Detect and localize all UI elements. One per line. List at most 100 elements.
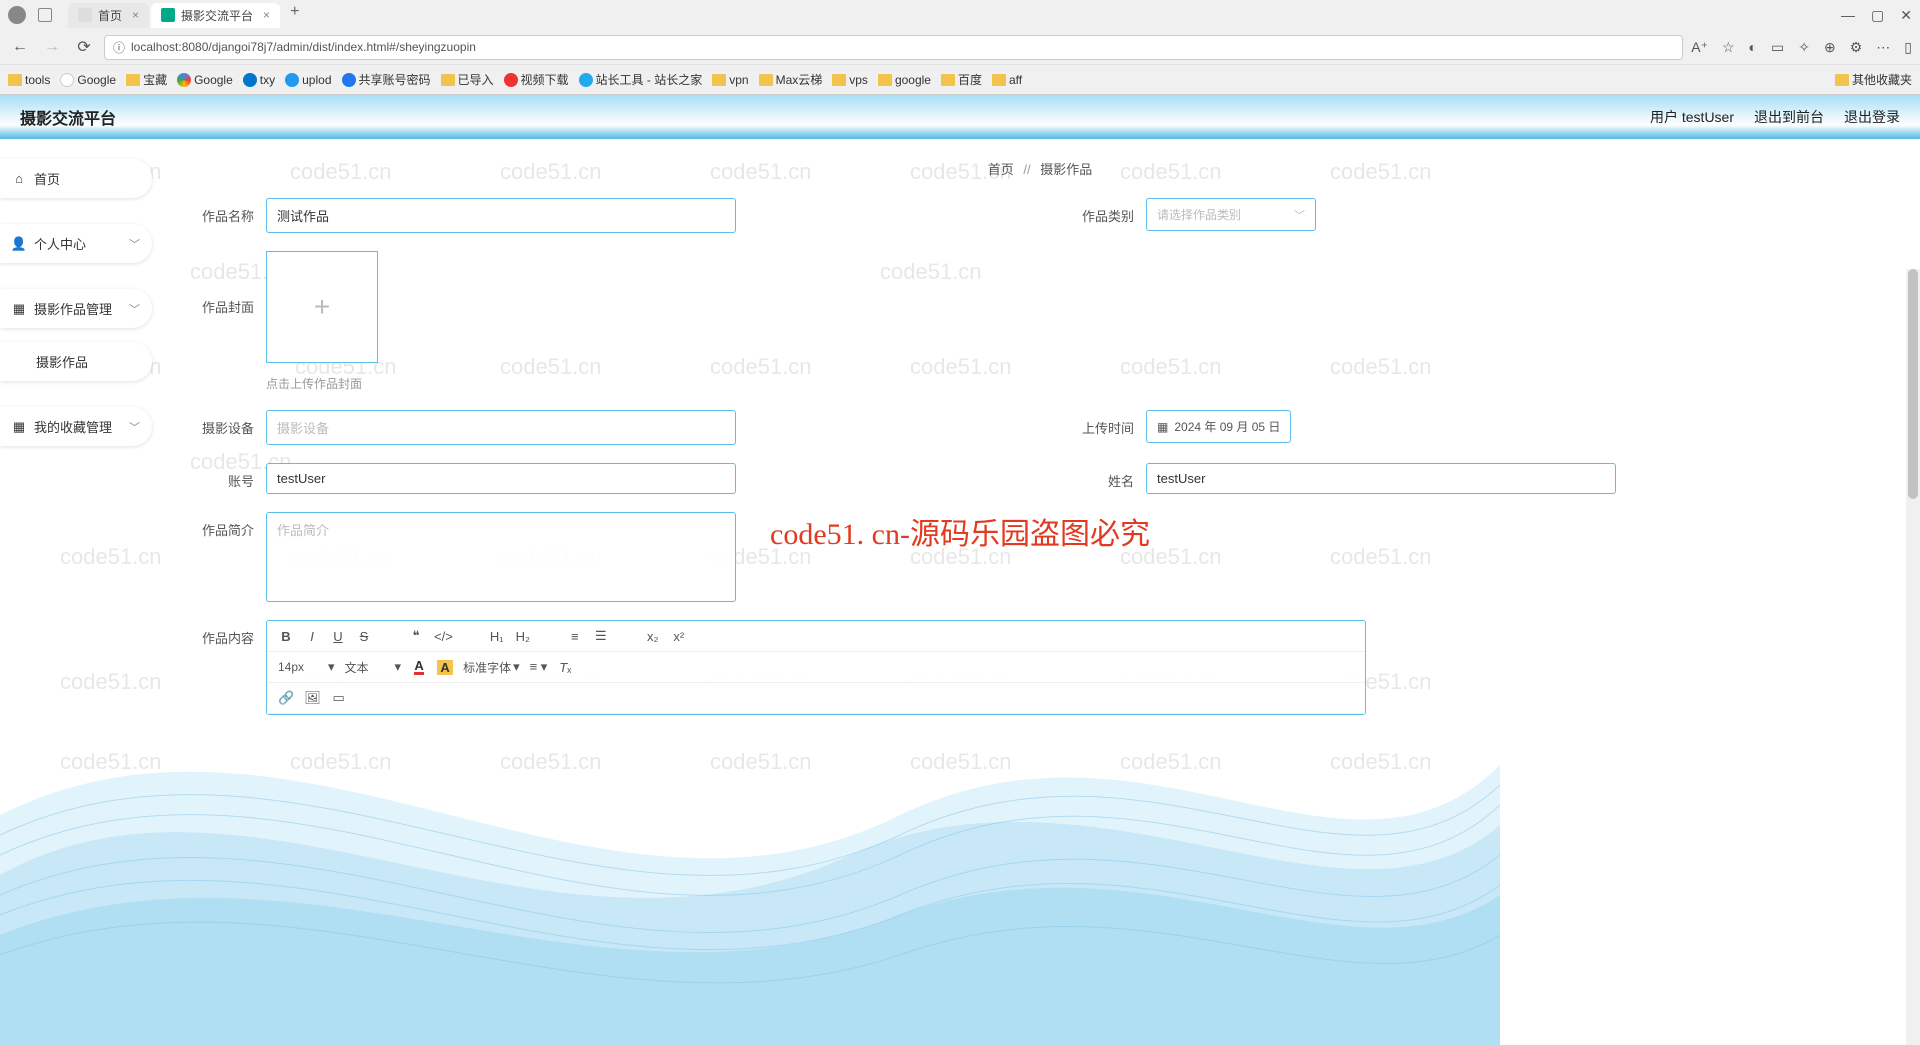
label-cover: 作品封面 — [190, 251, 266, 316]
chevron-down-icon: ﹀ — [129, 301, 140, 317]
sidebar-item-home[interactable]: ⌂ 首页 — [0, 159, 152, 198]
bookmark-item[interactable]: aff — [992, 73, 1022, 87]
tab-overview-icon[interactable] — [38, 8, 52, 22]
collections-icon[interactable]: ▭ — [1771, 39, 1784, 56]
rich-editor: B I U S ❝ </> H₁ H₂ ≡ — [266, 620, 1366, 715]
editor-strike[interactable]: S — [353, 625, 375, 647]
bookmark-item[interactable]: tools — [8, 73, 50, 87]
editor-bold[interactable]: B — [275, 625, 297, 647]
window-controls: — ▢ ✕ — [1841, 7, 1912, 24]
bookmark-item[interactable]: 共享账号密码 — [342, 71, 431, 88]
tab-close-icon[interactable]: × — [263, 8, 270, 22]
textarea-intro[interactable]: 作品简介 — [266, 512, 736, 602]
favorites-icon[interactable]: ✧ — [1798, 39, 1810, 56]
bookmark-item[interactable]: 站长工具 - 站长之家 — [579, 71, 703, 88]
browser-tab[interactable]: 首页 × — [68, 3, 149, 28]
input-realname[interactable]: testUser — [1146, 463, 1616, 494]
folder-icon — [1835, 74, 1849, 86]
editor-bgcolor[interactable]: A — [434, 656, 456, 678]
label-device: 摄影设备 — [190, 410, 266, 437]
bookmark-item[interactable]: 宝藏 — [126, 71, 167, 88]
editor-quote[interactable]: ❝ — [405, 625, 427, 647]
app-root: 摄影交流平台 用户 testUser 退出到前台 退出登录 code51.cn … — [0, 95, 1920, 1045]
bookmark-item[interactable]: uplod — [285, 73, 331, 87]
editor-italic[interactable]: I — [301, 625, 323, 647]
tab-close-icon[interactable]: × — [132, 8, 139, 22]
bookmark-item[interactable]: vps — [832, 73, 868, 87]
bookmark-item[interactable]: Google — [60, 73, 116, 87]
editor-h1[interactable]: H₁ — [486, 625, 508, 647]
back-button[interactable]: ← — [8, 38, 32, 56]
editor-image-icon[interactable]: 🖼 — [301, 687, 324, 709]
minimize-icon[interactable]: — — [1841, 7, 1855, 24]
sidebar-icon[interactable]: ▯ — [1904, 39, 1912, 56]
bookmark-item[interactable]: 已导入 — [441, 71, 494, 88]
extensions-icon[interactable]: ⊕ — [1824, 39, 1836, 56]
close-icon[interactable]: ✕ — [1900, 7, 1912, 24]
editor-link-icon[interactable]: 🔗 — [275, 687, 297, 709]
bookmark-item[interactable]: 百度 — [941, 71, 982, 88]
forward-button[interactable]: → — [40, 38, 64, 56]
bookmark-item[interactable]: google — [878, 73, 931, 87]
select-category[interactable]: 请选择作品类别 ﹀ — [1146, 198, 1316, 231]
upload-cover[interactable]: + — [266, 251, 378, 363]
form: 作品名称 测试作品 作品类别 请选择作品类别 ﹀ 作品封面 — [190, 198, 1890, 733]
sidebar-item-collection[interactable]: ▦ 我的收藏管理 ﹀ — [0, 407, 152, 446]
sidebar-subitem-works[interactable]: 摄影作品 — [0, 342, 152, 381]
url-input[interactable]: ⓘ localhost:8080/djangoi78j7/admin/dist/… — [104, 35, 1683, 60]
bookmark-item[interactable]: 视频下载 — [504, 71, 569, 88]
app-icon[interactable]: ⚙ — [1850, 39, 1863, 56]
folder-icon — [941, 74, 955, 86]
editor-clear[interactable]: Tₓ — [554, 656, 576, 678]
editor-sub[interactable]: x₂ — [642, 625, 664, 647]
bookmark-item[interactable]: Google — [177, 73, 233, 87]
site-info-icon[interactable]: ⓘ — [113, 39, 125, 56]
editor-video-icon[interactable]: ▭ — [328, 687, 350, 709]
editor-color[interactable]: A — [408, 656, 430, 678]
favorite-icon[interactable]: ☆ — [1722, 39, 1735, 56]
input-account[interactable]: testUser — [266, 463, 736, 494]
bookmarks-bar: tools Google 宝藏 Google txy uplod 共享账号密码 … — [0, 64, 1920, 94]
new-tab-button[interactable]: + — [282, 3, 307, 28]
goto-front-link[interactable]: 退出到前台 — [1754, 107, 1824, 127]
input-device[interactable]: 摄影设备 — [266, 410, 736, 445]
user-label[interactable]: 用户 testUser — [1650, 107, 1734, 127]
logout-link[interactable]: 退出登录 — [1844, 107, 1900, 127]
editor-h2[interactable]: H₂ — [512, 625, 534, 647]
editor-ul[interactable]: ☰ — [590, 625, 612, 647]
editor-sup[interactable]: x² — [668, 625, 690, 647]
editor-paragraph[interactable]: 文本 ▾ — [342, 656, 405, 678]
browser-tab[interactable]: 摄影交流平台 × — [151, 3, 280, 28]
editor-fontsize[interactable]: 14px ▾ — [275, 656, 338, 678]
input-name[interactable]: 测试作品 — [266, 198, 736, 233]
editor-toolbar-row2: 14px ▾ 文本 ▾ A A 标准字体 ▾ ≡ ▾ Tₓ — [267, 652, 1365, 683]
sidebar-item-works-mgmt[interactable]: ▦ 摄影作品管理 ﹀ — [0, 289, 152, 328]
bookmark-item[interactable]: vpn — [712, 73, 748, 87]
sidebar-item-personal[interactable]: 👤 个人中心 ﹀ — [0, 224, 152, 263]
editor-code[interactable]: </> — [431, 625, 456, 647]
editor-font[interactable]: 标准字体 ▾ — [460, 656, 523, 678]
chevron-down-icon: ﹀ — [129, 236, 140, 252]
breadcrumb-home[interactable]: 首页 — [988, 162, 1014, 177]
upload-hint: 点击上传作品封面 — [266, 375, 1890, 392]
toolbar-icons: A⁺ ☆ ◐ ▭ ✧ ⊕ ⚙ ⋯ ▯ — [1691, 39, 1912, 56]
page-icon — [504, 73, 518, 87]
editor-ol[interactable]: ≡ — [564, 625, 586, 647]
input-upload-time[interactable]: ▦ 2024 年 09 月 05 日 — [1146, 410, 1291, 443]
profile-icon[interactable] — [8, 6, 26, 24]
more-icon[interactable]: ⋯ — [1876, 39, 1890, 56]
other-bookmarks[interactable]: 其他收藏夹 — [1835, 71, 1912, 88]
editor-underline[interactable]: U — [327, 625, 349, 647]
read-aloud-icon[interactable]: A⁺ — [1691, 39, 1708, 56]
refresh-button[interactable]: ⟳ — [72, 37, 96, 57]
label-intro: 作品简介 — [190, 512, 266, 539]
bookmark-item[interactable]: txy — [243, 73, 275, 87]
label-category: 作品类别 — [1070, 198, 1146, 225]
maximize-icon[interactable]: ▢ — [1871, 7, 1884, 24]
tab-title: 摄影交流平台 — [181, 7, 253, 24]
page-icon — [243, 73, 257, 87]
bookmark-item[interactable]: Max云梯 — [759, 71, 823, 88]
editor-align[interactable]: ≡ ▾ — [527, 656, 551, 678]
grid-icon: ▦ — [12, 420, 26, 434]
sync-icon[interactable]: ◐ — [1749, 39, 1757, 56]
